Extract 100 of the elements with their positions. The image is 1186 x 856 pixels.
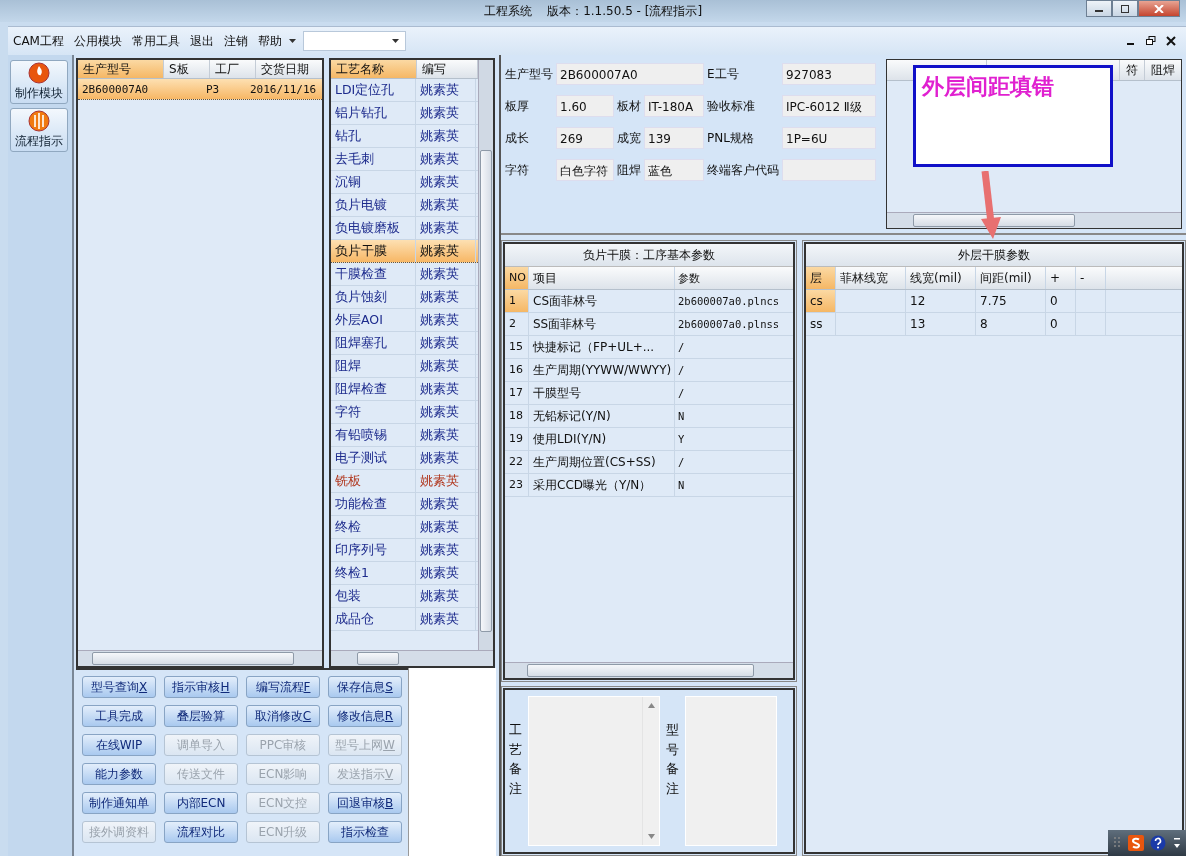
table-row[interactable]: 负片干膜 姚素英 [331,240,478,263]
text-field[interactable]: 1.60 [556,95,614,117]
column-header[interactable]: - [1076,267,1106,289]
nav-button[interactable]: 制作模块 [10,60,68,104]
scrollbar[interactable] [331,650,493,666]
column-header[interactable]: 线宽(mil) [906,267,976,289]
input-method-icon[interactable] [1127,835,1144,851]
action-button[interactable]: 制作通知单 [82,792,156,814]
action-button[interactable]: 在线WIP [82,734,156,756]
table-cell[interactable]: 22 [505,451,529,473]
column-header[interactable]: 间距(mil) [976,267,1046,289]
column-header[interactable]: S板 [164,60,210,78]
dropdown-field[interactable] [302,31,406,51]
table-cell[interactable]: 23 [505,474,529,496]
text-field[interactable]: 白色字符 [556,159,614,181]
table-cell: 姚素英 [416,608,476,630]
table-cell: 姚素英 [416,401,476,423]
table-cell[interactable]: 15 [505,336,529,358]
help-icon[interactable] [1150,835,1167,851]
table-cell: 负片干膜 [331,240,416,262]
close-icon[interactable] [1166,36,1176,46]
minimize-button[interactable] [1086,0,1112,17]
action-button[interactable]: 编写流程F [246,676,320,698]
action-button[interactable]: 指示检查 [328,821,402,843]
table-cell: 干膜型号 [529,382,675,404]
action-button[interactable]: 流程对比 [164,821,238,843]
table-cell: 姚素英 [416,562,476,584]
action-button[interactable]: 叠层验算 [164,705,238,727]
menu-item[interactable]: CAM工程 [8,32,69,50]
action-button[interactable]: 修改信息R [328,705,402,727]
table-cell[interactable]: ss [806,313,836,335]
remark-field[interactable] [528,696,660,846]
table-row[interactable]: 2B600007A0 P3 2016/11/16 [78,79,322,100]
text-field[interactable] [782,159,876,181]
menu-item[interactable]: 退出 [184,32,219,50]
maximize-button[interactable] [1112,0,1138,17]
action-button[interactable]: 内部ECN [164,792,238,814]
menu-item[interactable]: 注销 [218,32,253,50]
table-cell[interactable]: 18 [505,405,529,427]
action-button[interactable]: 能力参数 [82,763,156,785]
table-cell: 成品仓 [331,608,416,630]
field-label: 板材 [617,97,641,115]
column-header[interactable]: 层 [806,267,836,289]
column-header[interactable]: + [1046,267,1076,289]
action-button[interactable]: 取消修改C [246,705,320,727]
close-button[interactable] [1138,0,1180,17]
table-cell[interactable]: 19 [505,428,529,450]
scrollbar[interactable] [505,662,793,678]
action-button[interactable]: 保存信息S [328,676,402,698]
table-cell: 姚素英 [416,585,476,607]
scrollbar[interactable] [887,212,1181,228]
text-field[interactable]: 1P=6U [782,127,876,149]
remark-field[interactable] [685,696,777,846]
text-field[interactable]: 2B600007A0 [556,63,704,85]
restore-icon[interactable] [1146,36,1156,46]
column-header[interactable]: 项目 [529,267,675,289]
caret-icon[interactable] [288,38,297,44]
table-cell: 终检 [331,516,416,538]
table-cell: 功能检查 [331,493,416,515]
menu-item[interactable]: 常用工具 [126,32,185,50]
menu-item[interactable]: 帮助 [252,32,287,50]
column-header[interactable]: 菲林线宽 [836,267,906,289]
table-cell: 13 [906,313,976,335]
table-cell: 姚素英 [416,148,476,170]
table-cell[interactable]: 2 [505,313,529,335]
column-header[interactable]: 工厂 [210,60,256,78]
table-cell[interactable]: 16 [505,359,529,381]
action-button[interactable]: 型号查询X [82,676,156,698]
action-button[interactable]: 回退审核B [328,792,402,814]
column-header[interactable]: 阻焊 [1144,60,1181,80]
scrollbar[interactable] [478,60,493,650]
action-button[interactable]: 指示审核H [164,676,238,698]
column-header[interactable]: 工艺名称 [331,60,417,78]
column-header[interactable]: 符 [1119,60,1144,80]
table-cell: 姚素英 [416,102,476,124]
text-field[interactable]: 927083 [782,63,876,85]
menu-item[interactable]: 公用模块 [68,32,127,50]
text-field[interactable]: 蓝色 [644,159,704,181]
table-cell-text: 2016/11/16 [249,82,318,96]
table-cell: 使用LDI(Y/N) [529,428,675,450]
table-cell[interactable]: 17 [505,382,529,404]
scroll-down-icon[interactable] [647,834,655,839]
table-cell[interactable]: 1 [505,290,529,312]
scrollbar[interactable] [78,650,322,666]
table-cell: 负电镀磨板 [331,217,416,239]
caret-icon [391,38,400,44]
table-cell: 包装 [331,585,416,607]
text-field[interactable]: IT-180A [644,95,704,117]
column-header[interactable]: NO [505,267,529,289]
column-header[interactable]: 参数 [675,267,797,289]
text-field[interactable]: 139 [644,127,704,149]
column-header[interactable]: 生产型号 [78,60,164,78]
table-cell: 生产周期(YYWW/WWYY) [529,359,675,381]
text-field[interactable]: 269 [556,127,614,149]
scroll-up-icon[interactable] [647,703,655,708]
action-button[interactable]: 工具完成 [82,705,156,727]
close-icon [1154,4,1164,13]
table-cell[interactable]: cs [806,290,836,312]
text-field[interactable]: IPC-6012 Ⅱ级 [782,95,876,117]
nav-button[interactable]: 流程指示 [10,108,68,152]
